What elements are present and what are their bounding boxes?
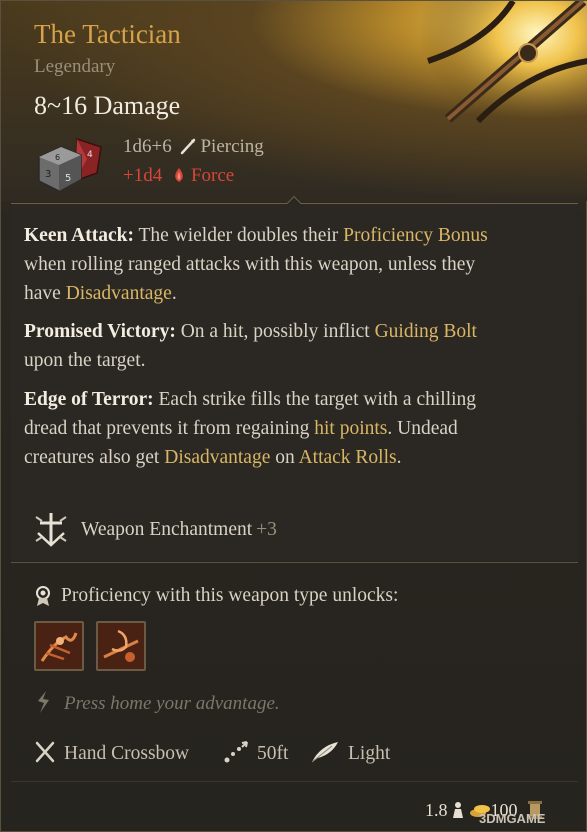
passive-edge-of-terror: Edge of Terror: Each strike fills the ta… <box>24 389 477 468</box>
proficiency-medal-icon <box>36 586 50 606</box>
keyword-guiding-bolt[interactable]: Guiding Bolt <box>375 321 477 342</box>
weight-icon <box>453 802 463 818</box>
bonus-damage-dice: +1d4 <box>123 165 163 186</box>
svg-text:5: 5 <box>65 173 71 184</box>
passive-name: Edge of Terror: <box>24 389 154 410</box>
damage-total: 8~16 Damage <box>34 91 181 120</box>
weapon-property-light: Light <box>310 740 390 765</box>
weapon-enchantment: Weapon Enchantment +3 <box>81 519 277 541</box>
footer-divider <box>11 781 578 782</box>
tooltip-header: The Tactician Legendary 8~16 Damage 4 6 … <box>1 1 587 201</box>
item-rarity: Legendary <box>34 56 116 77</box>
keyword-attack-rolls[interactable]: Attack Rolls <box>299 447 397 468</box>
svg-text:3: 3 <box>45 169 51 180</box>
feather-icon <box>311 742 338 763</box>
piercing-icon <box>181 138 196 155</box>
base-damage-dice: 1d6+6 <box>123 136 172 157</box>
hint-icon <box>38 691 49 713</box>
bonus-damage-type: Force <box>190 165 235 186</box>
svg-text:6: 6 <box>55 153 60 162</box>
passive-promised-victory: Promised Victory: On a hit, possibly inf… <box>24 321 477 371</box>
range-label: 50ft <box>257 743 289 764</box>
weapon-range: 50ft <box>223 740 288 765</box>
crossbow-art-icon <box>418 1 587 131</box>
item-weight: 1.8 <box>425 800 448 820</box>
base-damage: 1d6+6 Piercing <box>123 136 264 158</box>
keyword-disadvantage[interactable]: Disadvantage <box>66 283 172 304</box>
crossed-weapons-icon <box>35 741 55 763</box>
svg-text:4: 4 <box>87 150 93 160</box>
section-divider <box>11 562 578 563</box>
bonus-damage: +1d4 Force <box>123 165 234 187</box>
light-label: Light <box>348 743 391 764</box>
action-icon-1[interactable] <box>34 621 84 671</box>
item-tooltip: The Tactician Legendary 8~16 Damage 4 6 … <box>0 0 587 832</box>
action-art-1-icon <box>36 623 82 669</box>
item-name: The Tactician <box>34 19 181 49</box>
enchantment-bonus: +3 <box>256 519 277 540</box>
keyword-proficiency-bonus[interactable]: Proficiency Bonus <box>343 225 488 246</box>
base-damage-type: Piercing <box>200 136 264 157</box>
weapon-type: Hand Crossbow <box>34 740 189 765</box>
enchantment-label: Weapon Enchantment <box>81 519 253 540</box>
keyword-disadvantage[interactable]: Disadvantage <box>164 447 270 468</box>
dice-icon: 4 6 5 3 <box>38 137 102 192</box>
proficiency-label: Proficiency with this weapon type unlock… <box>61 585 399 606</box>
range-icon <box>224 741 248 763</box>
passive-keen-attack: Keen Attack: The wielder doubles their P… <box>24 225 488 304</box>
action-icon-2[interactable] <box>96 621 146 671</box>
keyword-hit-points[interactable]: hit points <box>314 418 387 439</box>
proficiency-hint: Press home your advantage. <box>64 693 280 714</box>
passive-name: Promised Victory: <box>24 321 176 342</box>
weapon-type-label: Hand Crossbow <box>64 743 190 764</box>
passive-name: Keen Attack: <box>24 225 134 246</box>
watermark: 3DMGAME <box>479 811 546 826</box>
force-icon <box>175 168 183 182</box>
action-art-2-icon <box>98 623 144 669</box>
enchantment-icon <box>35 513 67 547</box>
